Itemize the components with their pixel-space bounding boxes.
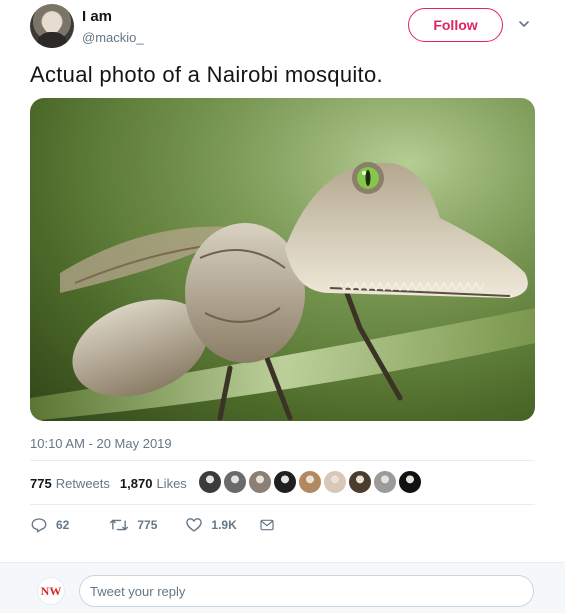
follow-button[interactable]: Follow xyxy=(408,8,503,42)
reply-input[interactable] xyxy=(79,575,534,607)
liker-avatars xyxy=(198,470,423,494)
liker-avatar[interactable] xyxy=(398,470,422,494)
liker-avatar[interactable] xyxy=(248,470,272,494)
reply-count: 62 xyxy=(56,518,70,532)
author-handle[interactable]: @mackio_ xyxy=(82,30,144,45)
liker-avatar[interactable] xyxy=(223,470,247,494)
chevron-down-icon[interactable] xyxy=(517,17,531,31)
divider xyxy=(30,504,535,505)
reply-icon xyxy=(31,518,47,533)
direct-message-button[interactable] xyxy=(259,517,283,533)
divider xyxy=(30,460,535,461)
retweet-icon xyxy=(110,519,129,531)
tweet-card: I am @mackio_ Follow Actual photo of a N… xyxy=(0,0,565,613)
like-count: 1.9K xyxy=(211,518,237,532)
liker-avatar[interactable] xyxy=(273,470,297,494)
likes-count[interactable]: 1,870 xyxy=(120,476,153,491)
tweet-text: Actual photo of a Nairobi mosquito. xyxy=(30,62,383,87)
tweet-stats: 775 Retweets 1,870 Likes xyxy=(30,472,197,494)
author-display-name[interactable]: I am xyxy=(82,8,112,25)
retweets-count[interactable]: 775 xyxy=(30,476,52,491)
liker-avatar[interactable] xyxy=(323,470,347,494)
liker-avatar[interactable] xyxy=(348,470,372,494)
avatar-face xyxy=(43,12,61,34)
heart-icon xyxy=(186,518,203,532)
liker-avatar[interactable] xyxy=(298,470,322,494)
like-button[interactable]: 1.9K xyxy=(185,516,237,534)
tweet-timestamp[interactable]: 10:10 AM - 20 May 2019 xyxy=(30,436,172,451)
reply-user-avatar: NW xyxy=(37,577,65,605)
retweet-count: 775 xyxy=(137,518,158,532)
dm-icon xyxy=(260,519,274,531)
tweet-actions: 62 775 1.9K xyxy=(30,514,309,536)
mosquito-crocodile-illustration xyxy=(30,98,535,421)
retweet-button[interactable]: 775 xyxy=(109,516,157,534)
liker-avatar[interactable] xyxy=(198,470,222,494)
liker-avatar[interactable] xyxy=(373,470,397,494)
author-avatar[interactable] xyxy=(30,4,74,48)
retweets-label[interactable]: Retweets xyxy=(56,476,110,491)
tweet-photo[interactable] xyxy=(30,98,535,421)
reply-button[interactable]: 62 xyxy=(30,516,69,534)
likes-label[interactable]: Likes xyxy=(156,476,186,491)
avatar-body xyxy=(36,32,68,48)
